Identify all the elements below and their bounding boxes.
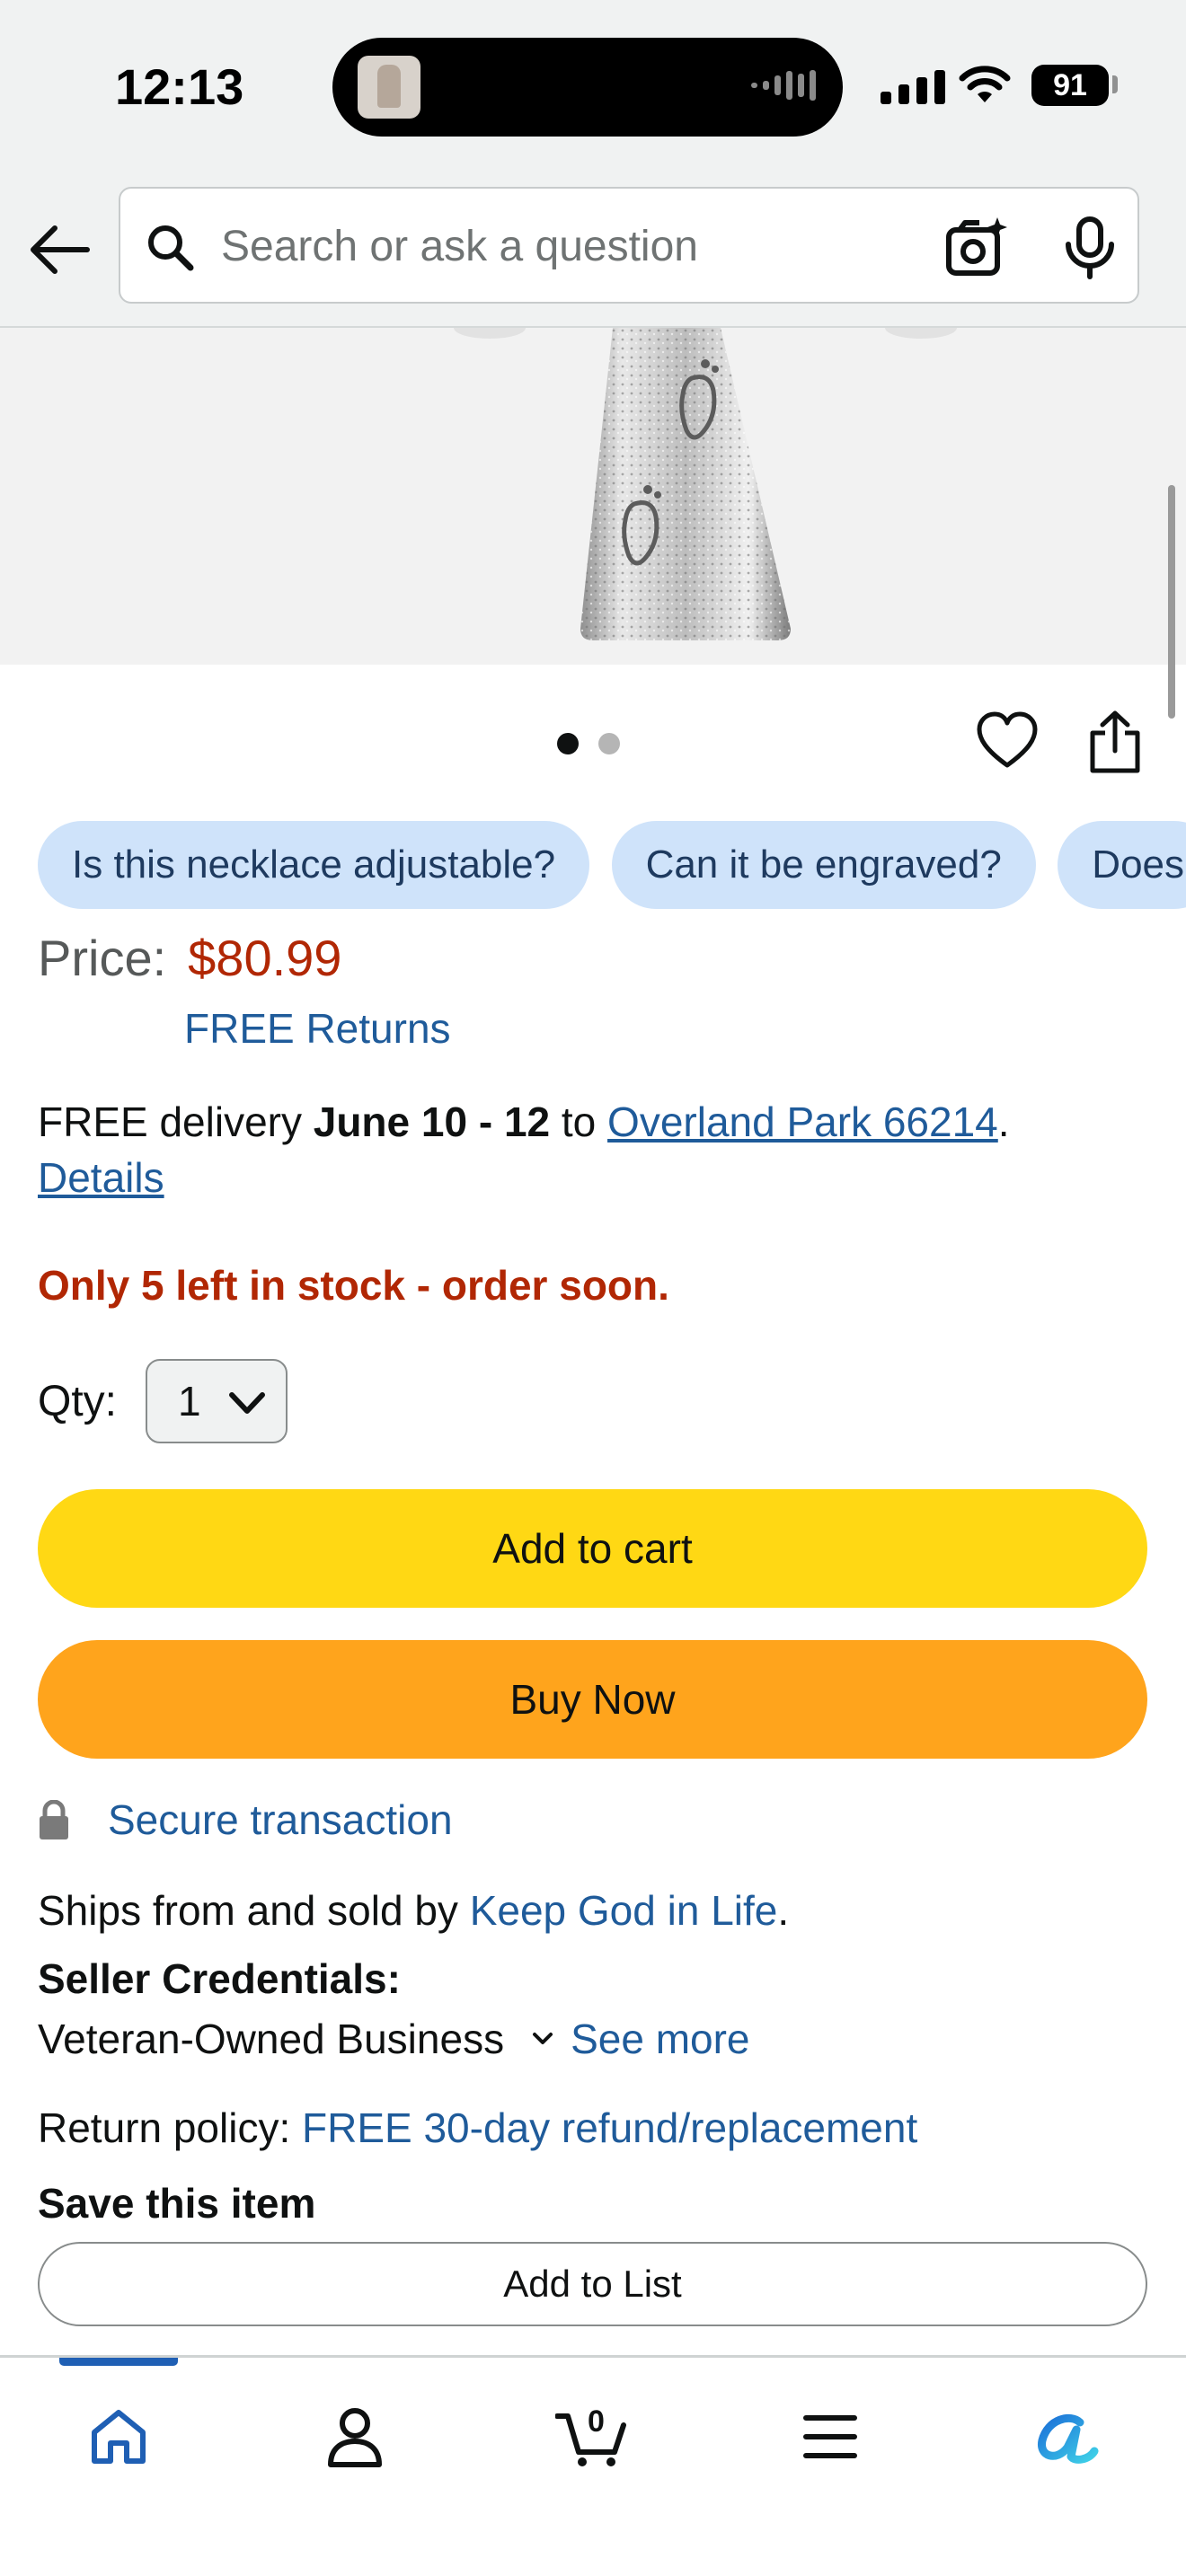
search-header xyxy=(0,171,1186,328)
nav-account[interactable] xyxy=(310,2392,400,2482)
price-row: Price: $80.99 xyxy=(38,929,341,992)
search-input[interactable] xyxy=(221,208,1012,284)
person-icon xyxy=(328,2408,382,2467)
ships-prefix: Ships from and sold by xyxy=(38,1887,470,1934)
status-time: 12:13 xyxy=(115,58,244,115)
see-more-link[interactable]: See more xyxy=(571,2015,749,2063)
save-item-title: Save this item xyxy=(38,2180,316,2227)
nav-cart[interactable]: 0 xyxy=(548,2392,638,2482)
battery-tip xyxy=(1112,75,1118,93)
nav-rufus[interactable] xyxy=(1022,2392,1112,2482)
chevron-down-icon xyxy=(229,1392,266,1414)
now-playing-thumbnail xyxy=(358,56,420,119)
buy-now-button[interactable]: Buy Now xyxy=(38,1640,1147,1759)
price-value: $80.99 xyxy=(188,930,342,986)
dynamic-island[interactable] xyxy=(332,38,843,137)
return-policy-label: Return policy: xyxy=(38,2104,303,2151)
delivery-prefix: FREE delivery xyxy=(38,1098,314,1145)
bottom-navigation: 0 xyxy=(0,2355,1186,2576)
share-icon[interactable] xyxy=(1087,710,1143,774)
delivery-period: . xyxy=(997,1098,1010,1145)
rufus-assistant-icon xyxy=(1038,2413,1099,2464)
seller-name-link[interactable]: Keep God in Life xyxy=(470,1887,778,1934)
add-to-cart-button[interactable]: Add to cart xyxy=(38,1489,1147,1608)
add-to-list-button[interactable]: Add to List xyxy=(38,2242,1147,2326)
stock-warning: Only 5 left in stock - order soon. xyxy=(38,1262,669,1309)
image-carousel-dots[interactable] xyxy=(557,733,620,754)
delivery-location-link[interactable]: Overland Park 66214 xyxy=(607,1098,998,1145)
ships-from-sold-by: Ships from and sold by Keep God in Life. xyxy=(38,1886,789,1935)
question-chip[interactable]: Does xyxy=(1058,821,1186,909)
microphone-icon[interactable] xyxy=(1060,216,1120,280)
search-icon xyxy=(148,225,194,271)
quantity-row: Qty: 1 xyxy=(38,1358,288,1444)
back-button[interactable] xyxy=(25,216,93,284)
seller-credentials-title: Seller Credentials: xyxy=(38,1955,401,2002)
secure-transaction[interactable]: Secure transaction xyxy=(38,1793,453,1847)
pendant-image xyxy=(454,328,957,640)
quantity-select[interactable]: 1 xyxy=(146,1359,288,1443)
return-policy: Return policy: FREE 30-day refund/replac… xyxy=(38,2104,917,2152)
seller-credentials-row: Veteran-Owned Business See more xyxy=(38,2012,750,2066)
ships-period: . xyxy=(777,1887,790,1934)
wifi-icon xyxy=(959,66,1011,102)
product-image[interactable] xyxy=(0,328,1186,665)
chevron-down-icon[interactable] xyxy=(531,2030,554,2048)
question-chip[interactable]: Can it be engraved? xyxy=(611,821,1036,909)
active-tab-indicator xyxy=(59,2358,178,2366)
question-chips: Is this necklace adjustable? Can it be e… xyxy=(38,821,1186,911)
quantity-label: Qty: xyxy=(38,1377,118,1425)
free-returns-link[interactable]: FREE Returns xyxy=(184,1004,451,1053)
menu-icon xyxy=(803,2415,857,2458)
battery-indicator: 91 xyxy=(1031,65,1109,106)
delivery-dates: June 10 - 12 xyxy=(313,1098,551,1145)
delivery-info: FREE delivery June 10 - 12 to Overland P… xyxy=(38,1094,1143,1205)
nav-menu[interactable] xyxy=(785,2392,875,2482)
audio-waveform-icon xyxy=(751,70,816,101)
quantity-value: 1 xyxy=(178,1378,201,1425)
carousel-dot-1[interactable] xyxy=(557,733,579,754)
lock-icon xyxy=(40,1800,68,1839)
question-chip[interactable]: Is this necklace adjustable? xyxy=(38,821,590,909)
back-arrow-icon xyxy=(31,225,90,274)
cart-count-badge: 0 xyxy=(588,2404,605,2439)
delivery-details-link[interactable]: Details xyxy=(38,1154,164,1201)
heart-icon[interactable] xyxy=(976,710,1039,772)
cellular-signal-icon xyxy=(881,70,945,104)
delivery-to: to xyxy=(550,1098,608,1145)
status-bar: 12:13 91 xyxy=(0,0,1186,171)
carousel-dot-2[interactable] xyxy=(598,733,620,754)
home-icon xyxy=(92,2410,146,2464)
return-policy-link[interactable]: FREE 30-day refund/replacement xyxy=(302,2104,917,2151)
nav-home[interactable] xyxy=(74,2392,164,2482)
seller-credential: Veteran-Owned Business xyxy=(38,2016,505,2062)
search-box[interactable] xyxy=(119,187,1139,304)
price-label: Price: xyxy=(38,930,167,986)
page-scrollbar[interactable] xyxy=(1168,485,1175,719)
camera-lens-icon[interactable] xyxy=(943,216,1008,280)
secure-transaction-link[interactable]: Secure transaction xyxy=(108,1795,453,1844)
